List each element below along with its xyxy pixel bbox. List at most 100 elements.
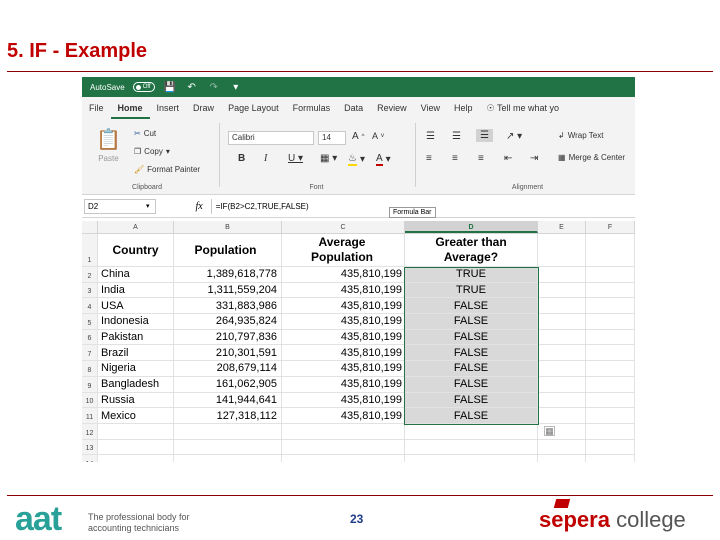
- column-header-a[interactable]: A: [98, 221, 174, 233]
- cell-empty[interactable]: [174, 455, 282, 462]
- cell-population[interactable]: 208,679,114: [174, 361, 282, 376]
- undo-icon[interactable]: ↶: [185, 82, 199, 93]
- header-average-population[interactable]: Average Population: [282, 234, 405, 266]
- cell-country[interactable]: Bangladesh: [98, 376, 174, 392]
- cell-result[interactable]: TRUE: [405, 282, 538, 298]
- cell-empty[interactable]: [538, 408, 586, 423]
- cell-empty[interactable]: [586, 408, 635, 423]
- column-header-b[interactable]: B: [174, 221, 282, 233]
- cell-population[interactable]: 210,301,591: [174, 345, 282, 361]
- format-painter-button[interactable]: 🖌 Format Painter: [134, 165, 200, 174]
- decrease-font-button[interactable]: Av: [372, 131, 384, 141]
- row-number[interactable]: 8: [82, 361, 98, 376]
- decrease-indent-icon[interactable]: ⇤: [504, 153, 512, 164]
- cut-button[interactable]: ✂ Cut: [134, 129, 156, 138]
- borders-button[interactable]: ▦ ▾: [320, 153, 337, 164]
- row-number[interactable]: 12: [82, 423, 98, 439]
- tab-draw[interactable]: Draw: [186, 97, 221, 119]
- cell-empty[interactable]: [538, 455, 586, 462]
- middle-align-icon[interactable]: ☰: [452, 131, 461, 142]
- insert-function-icon[interactable]: fx: [196, 201, 203, 212]
- column-header-d[interactable]: D: [405, 221, 538, 233]
- cell-country[interactable]: Mexico: [98, 408, 174, 423]
- cell-empty[interactable]: [282, 423, 405, 439]
- cell-country[interactable]: Indonesia: [98, 314, 174, 329]
- cell-empty[interactable]: [98, 455, 174, 462]
- row-number[interactable]: 6: [82, 329, 98, 345]
- row-number[interactable]: 13: [82, 439, 98, 455]
- cell-empty[interactable]: [586, 345, 635, 361]
- cell-empty[interactable]: [586, 314, 635, 329]
- bottom-align-icon[interactable]: ☰: [476, 129, 493, 142]
- row-number[interactable]: 2: [82, 267, 98, 282]
- cell-population[interactable]: 141,944,641: [174, 392, 282, 408]
- cell-result[interactable]: TRUE: [405, 267, 538, 282]
- cell-population[interactable]: 210,797,836: [174, 329, 282, 345]
- chevron-down-icon[interactable]: ▾: [146, 202, 150, 210]
- formula-input[interactable]: =IF(B2>C2,TRUE,FALSE): [210, 198, 309, 214]
- cell-result[interactable]: FALSE: [405, 345, 538, 361]
- cell-empty[interactable]: [405, 439, 538, 455]
- cell-country[interactable]: Nigeria: [98, 361, 174, 376]
- cell-country[interactable]: Brazil: [98, 345, 174, 361]
- cell-empty[interactable]: [538, 314, 586, 329]
- cell-empty[interactable]: [98, 439, 174, 455]
- increase-indent-icon[interactable]: ⇥: [530, 153, 538, 164]
- paste-button[interactable]: 📋 Paste: [96, 127, 121, 163]
- cell-population[interactable]: 264,935,824: [174, 314, 282, 329]
- underline-button[interactable]: U ▾: [288, 153, 303, 164]
- cell-population[interactable]: 1,389,618,778: [174, 267, 282, 282]
- cell-empty[interactable]: [98, 423, 174, 439]
- row-number[interactable]: 14: [82, 455, 98, 462]
- bold-button[interactable]: B: [238, 153, 245, 164]
- tab-file[interactable]: File: [82, 97, 111, 119]
- cell-empty[interactable]: [538, 439, 586, 455]
- row-number[interactable]: 5: [82, 314, 98, 329]
- cell-result[interactable]: FALSE: [405, 298, 538, 314]
- cell-country[interactable]: India: [98, 282, 174, 298]
- cell-population[interactable]: 127,318,112: [174, 408, 282, 423]
- copy-button[interactable]: ❐ Copy ▾: [134, 147, 170, 156]
- cell-empty[interactable]: [405, 455, 538, 462]
- tab-help[interactable]: Help: [447, 97, 480, 119]
- tab-formulas[interactable]: Formulas: [286, 97, 338, 119]
- cell-average[interactable]: 435,810,199: [282, 345, 405, 361]
- cell-empty[interactable]: [586, 267, 635, 282]
- tab-review[interactable]: Review: [370, 97, 414, 119]
- cell-result[interactable]: FALSE: [405, 392, 538, 408]
- font-name-select[interactable]: Calibri: [228, 131, 314, 145]
- cell-empty[interactable]: [586, 282, 635, 298]
- cell-result[interactable]: FALSE: [405, 361, 538, 376]
- cell-empty[interactable]: [586, 298, 635, 314]
- cell-empty[interactable]: [586, 376, 635, 392]
- cell-result[interactable]: FALSE: [405, 329, 538, 345]
- cell-empty[interactable]: [586, 329, 635, 345]
- header-country[interactable]: Country: [98, 234, 174, 266]
- cell-average[interactable]: 435,810,199: [282, 314, 405, 329]
- cell-f1[interactable]: [586, 234, 635, 266]
- header-greater-than-average[interactable]: Greater than Average?: [405, 234, 538, 266]
- top-align-icon[interactable]: ☰: [426, 131, 435, 142]
- cell-empty[interactable]: [174, 423, 282, 439]
- cell-empty[interactable]: [538, 345, 586, 361]
- cell-empty[interactable]: [538, 298, 586, 314]
- row-number[interactable]: 4: [82, 298, 98, 314]
- row-number[interactable]: 7: [82, 345, 98, 361]
- cell-empty[interactable]: [538, 361, 586, 376]
- tab-home[interactable]: Home: [110, 97, 150, 119]
- tab-insert[interactable]: Insert: [150, 97, 187, 119]
- cell-empty[interactable]: [174, 439, 282, 455]
- cell-e1[interactable]: [538, 234, 586, 266]
- font-color-button[interactable]: A ▾: [376, 153, 391, 166]
- cell-empty[interactable]: [586, 361, 635, 376]
- cell-average[interactable]: 435,810,199: [282, 392, 405, 408]
- cell-empty[interactable]: [405, 423, 538, 439]
- tab-view[interactable]: View: [414, 97, 447, 119]
- cell-population[interactable]: 1,311,559,204: [174, 282, 282, 298]
- cell-country[interactable]: China: [98, 267, 174, 282]
- row-number[interactable]: 11: [82, 408, 98, 423]
- cell-empty[interactable]: [538, 267, 586, 282]
- tell-me-box[interactable]: ☉ Tell me what yo: [480, 97, 566, 119]
- tab-data[interactable]: Data: [337, 97, 370, 119]
- cell-empty[interactable]: [538, 329, 586, 345]
